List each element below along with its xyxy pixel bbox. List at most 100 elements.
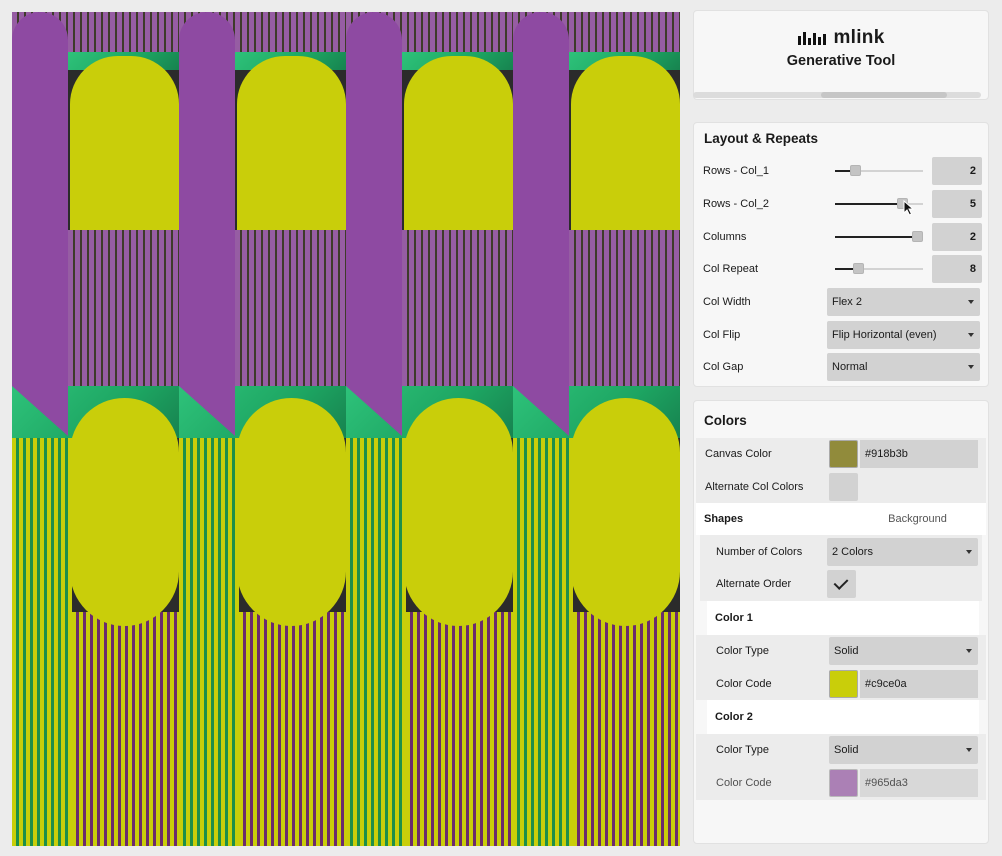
col-gap-select[interactable]: Normal: [827, 353, 980, 382]
col-gap-label: Col Gap: [703, 361, 744, 374]
tab-shapes[interactable]: Shapes: [696, 513, 841, 525]
purple-pillar: [346, 12, 402, 437]
color1-type-value: Solid: [834, 645, 859, 658]
arch-shape: [571, 56, 680, 230]
cursor-arrow-icon: [903, 200, 915, 216]
stripe-block: [573, 612, 680, 846]
rows-col1-value[interactable]: 2: [932, 157, 982, 186]
oval-shape: [70, 398, 179, 626]
columns-value[interactable]: 2: [932, 222, 982, 251]
caret-down-icon: [966, 549, 972, 554]
alternate-order-checkbox[interactable]: [827, 570, 856, 599]
caret-down-icon: [968, 332, 974, 337]
slider-knob[interactable]: [853, 263, 865, 275]
col-flip-label: Col Flip: [703, 328, 741, 341]
purple-pillar: [179, 12, 235, 437]
color2-code-label: Color Code: [716, 777, 772, 790]
stripe-block: [513, 438, 573, 846]
rows-col2-row: Rows - Col_2 5: [694, 188, 988, 221]
shape-background-tabs: Shapes Background: [696, 503, 986, 536]
alternate-order-row: Alternate Order: [700, 568, 982, 601]
caret-down-icon: [966, 649, 972, 654]
number-of-colors-value: 2 Colors: [832, 545, 873, 558]
scrollbar-thumb[interactable]: [821, 92, 947, 98]
rows-col2-label: Rows - Col_2: [703, 198, 770, 211]
columns-slider[interactable]: [835, 230, 923, 244]
app-subtitle: Generative Tool: [786, 53, 896, 69]
arch-shape: [404, 56, 513, 230]
stripe-block: [179, 438, 239, 846]
shapes-group: Number of Colors 2 Colors Alternate Orde…: [700, 535, 982, 601]
pattern-column-3: [346, 12, 513, 846]
col-width-select[interactable]: Flex 2: [827, 288, 980, 317]
col-flip-select[interactable]: Flip Horizontal (even): [827, 320, 980, 349]
rows-col1-row: Rows - Col_1 2: [694, 155, 988, 188]
number-of-colors-select[interactable]: 2 Colors: [827, 537, 978, 566]
slider-knob[interactable]: [850, 165, 862, 177]
generative-canvas[interactable]: [12, 12, 680, 846]
colors-canvas-group: Canvas Color #918b3b Alternate Col Color…: [696, 438, 986, 504]
stripe-block: [72, 612, 179, 846]
canvas-color-row: Canvas Color #918b3b: [696, 438, 986, 471]
stripe-block: [239, 612, 346, 846]
pattern-column-2: [179, 12, 346, 846]
slider-knob[interactable]: [912, 230, 923, 242]
colors-card: Colors Canvas Color #918b3b Alternate Co…: [693, 400, 989, 844]
color1-code[interactable]: #c9ce0a: [860, 669, 978, 698]
control-panel: mlink Generative Tool Layout & Repeats R…: [693, 10, 989, 844]
color1-heading: Color 1: [707, 600, 979, 635]
color2-type-select[interactable]: Solid: [829, 736, 978, 765]
color2-type-value: Solid: [834, 744, 859, 757]
col-flip-row: Col Flip Flip Horizontal (even): [694, 318, 988, 351]
caret-down-icon: [966, 748, 972, 753]
col-repeat-value[interactable]: 8: [932, 255, 982, 284]
stripe-block: [346, 438, 406, 846]
columns-row: Columns 2: [694, 220, 988, 253]
alternate-col-colors-checkbox[interactable]: [829, 473, 858, 502]
header-scrollbar[interactable]: [693, 92, 981, 98]
stripe-block: [68, 230, 179, 398]
purple-pillar: [513, 12, 569, 437]
tab-background[interactable]: Background: [841, 513, 986, 525]
col-width-label: Col Width: [703, 296, 751, 309]
col-width-value: Flex 2: [832, 296, 862, 309]
canvas-color-label: Canvas Color: [705, 448, 772, 461]
color1-type-row: Color Type Solid: [696, 635, 986, 668]
caret-down-icon: [968, 300, 974, 305]
rows-col1-slider[interactable]: [835, 164, 923, 178]
stripe-block: [12, 438, 72, 846]
oval-shape: [237, 398, 346, 626]
color2-heading: Color 2: [707, 700, 979, 735]
caret-down-icon: [968, 365, 974, 370]
stripe-block: [406, 612, 513, 846]
color2-group: Color Type Solid Color Code #965da3: [696, 734, 986, 800]
arch-shape: [70, 56, 179, 230]
color2-swatch[interactable]: [829, 769, 858, 798]
brand-name: mlink: [833, 27, 885, 48]
color1-type-select[interactable]: Solid: [829, 637, 978, 666]
colors-title: Colors: [704, 413, 747, 428]
pattern-column-4: [513, 12, 680, 846]
col-repeat-slider[interactable]: [835, 262, 923, 276]
col-repeat-row: Col Repeat 8: [694, 253, 988, 286]
canvas-color-swatch[interactable]: [829, 440, 858, 469]
color2-code[interactable]: #965da3: [860, 769, 978, 798]
oval-shape: [404, 398, 513, 626]
color2-code-row: Color Code #965da3: [696, 767, 986, 800]
rows-col2-slider[interactable]: [835, 197, 923, 216]
col-repeat-label: Col Repeat: [703, 263, 759, 276]
stripe-block: [235, 230, 346, 398]
rows-col1-label: Rows - Col_1: [703, 165, 770, 178]
color1-swatch[interactable]: [829, 669, 858, 698]
rows-col2-value[interactable]: 5: [932, 190, 982, 219]
stripe-block: [569, 230, 680, 398]
color2-type-row: Color Type Solid: [696, 734, 986, 767]
number-of-colors-label: Number of Colors: [716, 545, 803, 558]
canvas-color-code[interactable]: #918b3b: [860, 440, 978, 469]
waveform-logo-icon: [798, 32, 827, 45]
purple-pillar: [12, 12, 68, 437]
pattern-column-1: [12, 12, 179, 846]
header-card: mlink Generative Tool: [693, 10, 989, 100]
col-gap-row: Col Gap Normal: [694, 351, 988, 384]
col-flip-value: Flip Horizontal (even): [832, 328, 937, 341]
